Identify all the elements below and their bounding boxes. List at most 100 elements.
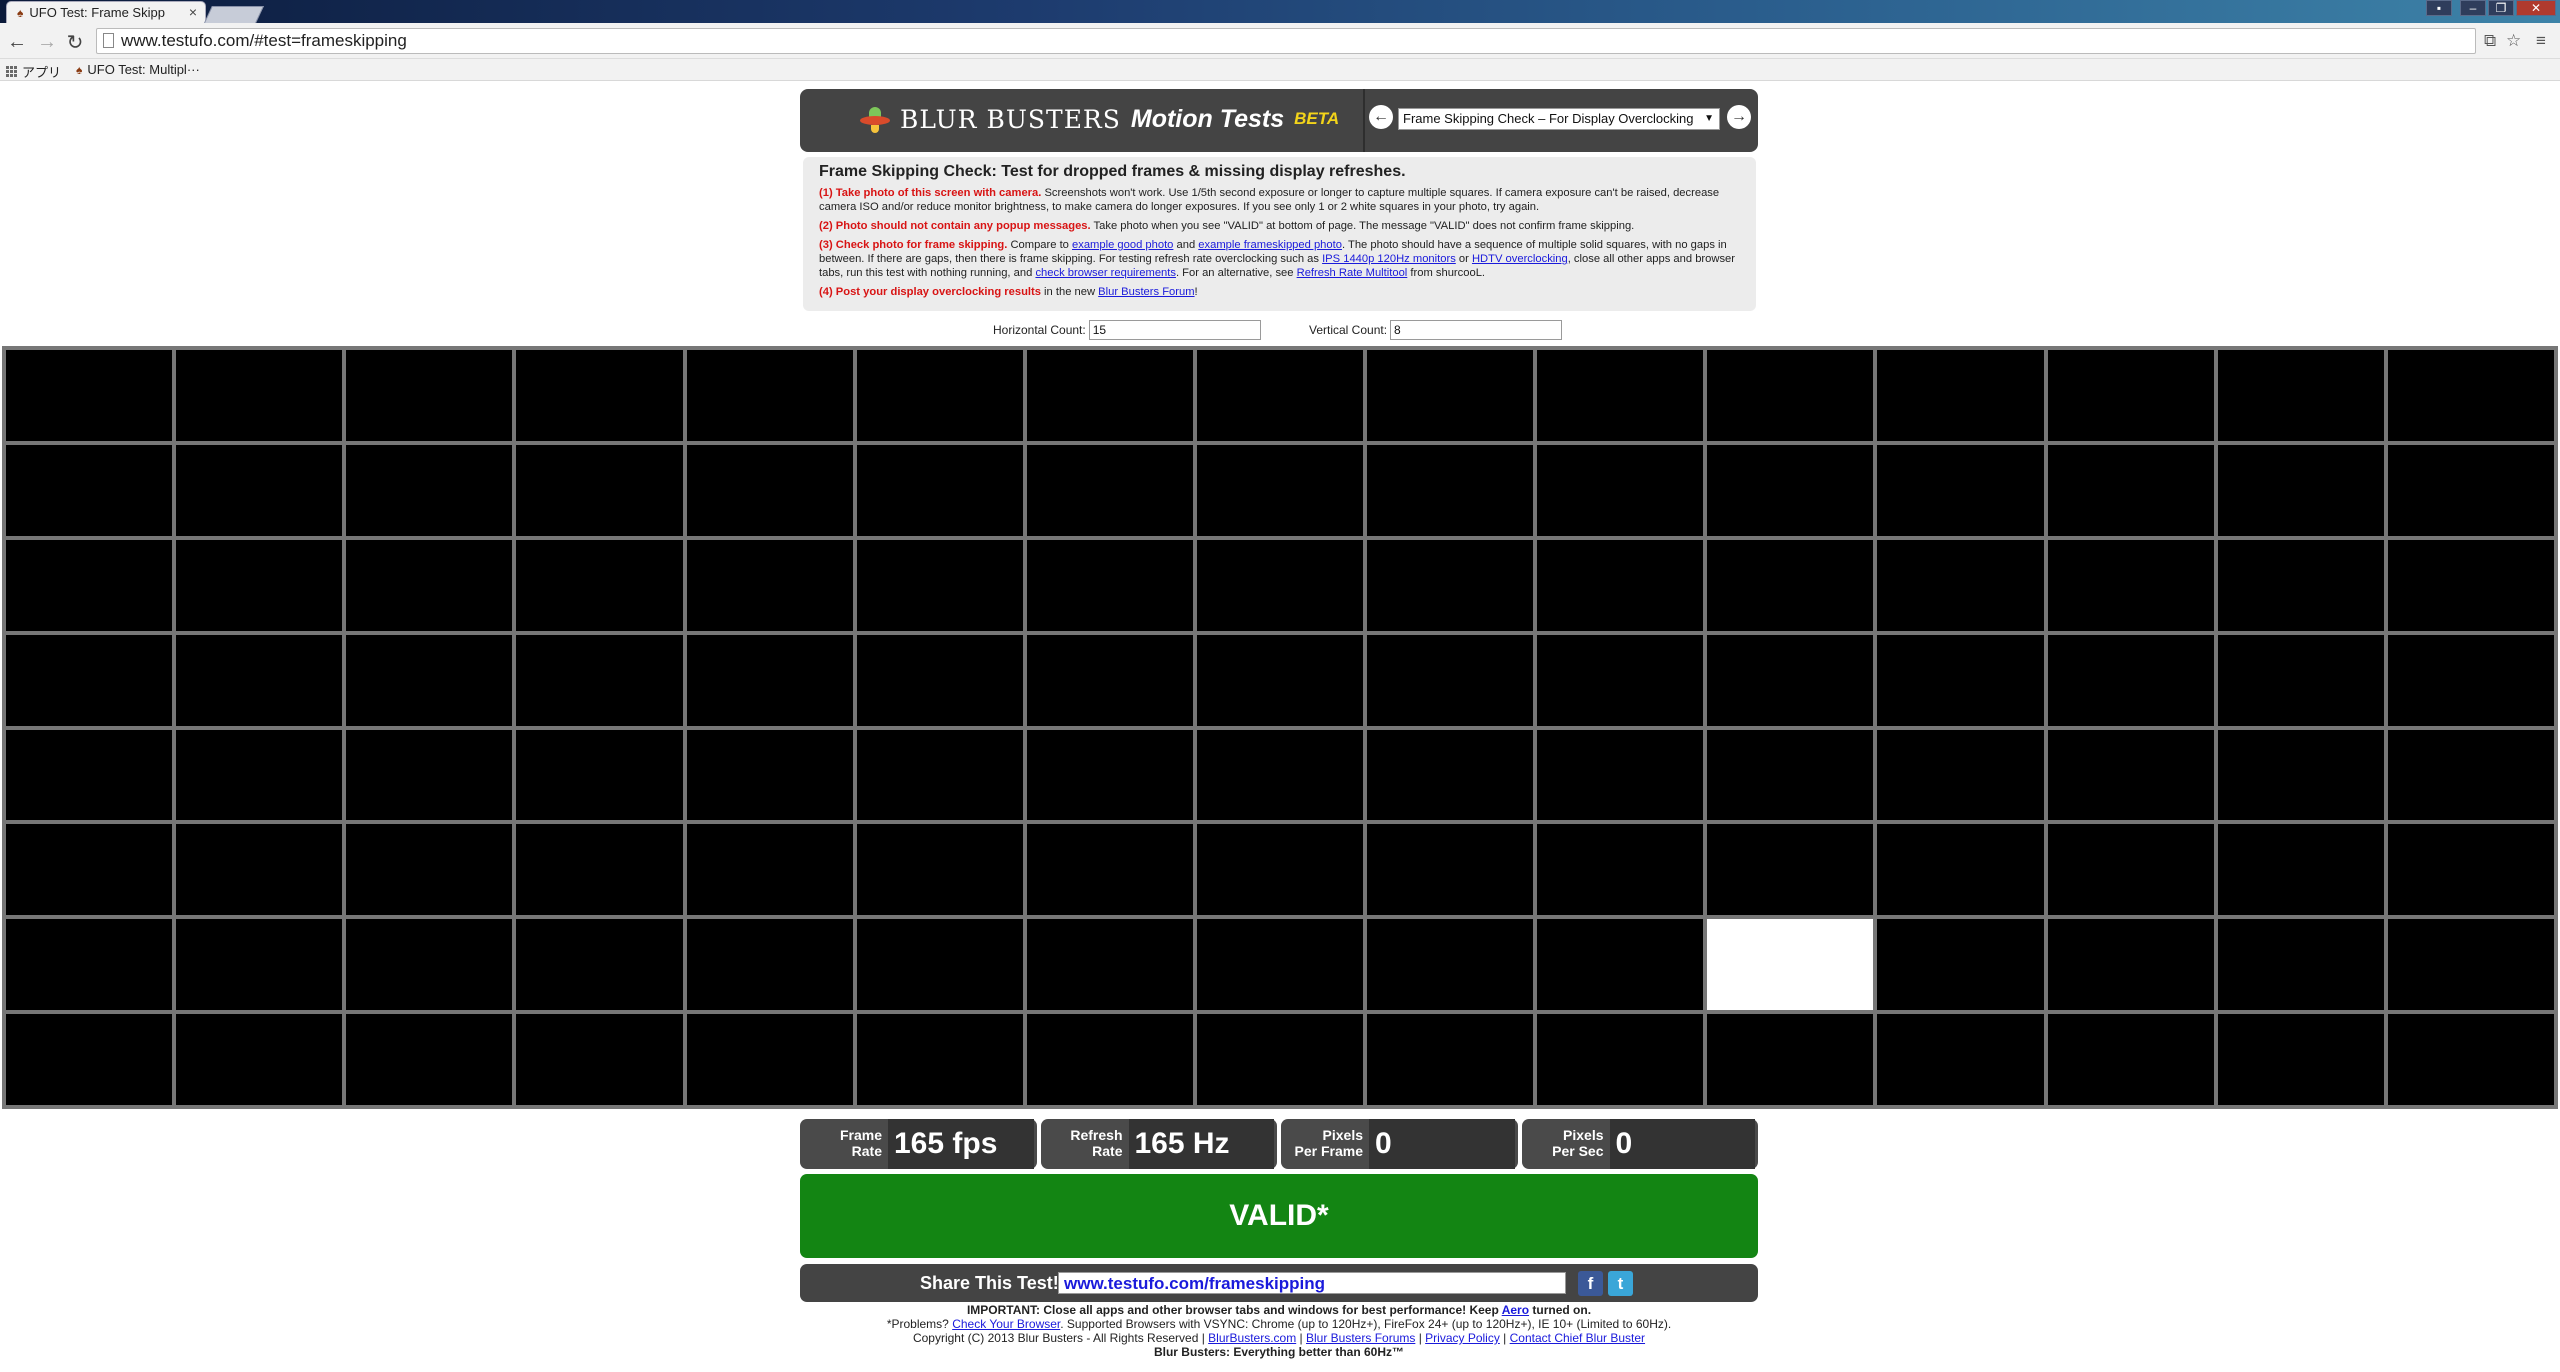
step-3: (3) Check photo for frame skipping. Comp… — [819, 238, 1740, 280]
step-3-heading: (3) Check photo for frame skipping. — [819, 239, 1008, 251]
step-3-text: and — [1173, 239, 1199, 251]
refresh-rate-stat: Refresh Rate 165 Hz — [1040, 1119, 1277, 1169]
instructions-title: Frame Skipping Check: Test for dropped f… — [819, 163, 1406, 180]
previous-test-button[interactable]: ← — [1369, 105, 1393, 129]
grid-cell — [6, 1014, 173, 1105]
address-bar[interactable]: www.testufo.com/#test=frameskipping — [96, 28, 2476, 54]
ips-monitors-link[interactable]: IPS 1440p 120Hz monitors — [1322, 253, 1456, 265]
grid-cell — [1707, 634, 1874, 726]
grid-cell — [1026, 919, 1193, 1011]
address-url: www.testufo.com/#test=frameskipping — [121, 31, 407, 50]
next-test-button[interactable]: → — [1727, 105, 1751, 129]
brand-logo[interactable]: BLUR BUSTERS Motion Tests BETA — [860, 99, 1360, 139]
minimize-button[interactable]: – — [2460, 0, 2486, 16]
grid-cell — [516, 350, 683, 441]
reload-button[interactable]: ↻ — [62, 29, 88, 55]
step-1: (1) Take photo of this screen with camer… — [819, 186, 1740, 214]
example-good-photo-link[interactable]: example good photo — [1072, 239, 1173, 251]
translate-icon[interactable]: ⧉ — [2484, 31, 2496, 51]
grid-cell — [176, 919, 343, 1011]
grid-cell — [1537, 729, 1704, 821]
grid-cell — [176, 729, 343, 821]
grid-cell — [1196, 539, 1364, 631]
example-frameskipped-photo-link[interactable]: example frameskipped photo — [1198, 239, 1342, 251]
check-browser-link[interactable]: Check Your Browser — [952, 1317, 1060, 1331]
valid-status-banner: VALID* — [800, 1174, 1758, 1258]
twitter-icon[interactable]: t — [1608, 1271, 1633, 1296]
grid-cell — [1877, 729, 2044, 821]
grid-cell — [6, 824, 173, 916]
forward-button[interactable]: → — [34, 29, 60, 55]
contact-link[interactable]: Contact Chief Blur Buster — [1510, 1331, 1645, 1345]
bookmark-apps[interactable]: アプリ — [6, 62, 61, 81]
new-tab-button[interactable] — [204, 6, 264, 23]
grid-cell — [6, 539, 173, 631]
forums-link[interactable]: Blur Busters Forums — [1306, 1331, 1415, 1345]
grid-cell — [686, 1014, 853, 1105]
bookmark-star-icon[interactable]: ☆ — [2506, 31, 2521, 51]
tab-close-button[interactable]: × — [189, 4, 197, 20]
grid-cell — [516, 729, 683, 821]
hdtv-overclocking-link[interactable]: HDTV overclocking — [1472, 253, 1568, 265]
grid-cell — [1196, 919, 1364, 1011]
aero-link[interactable]: Aero — [1502, 1303, 1529, 1317]
instructions-box: Frame Skipping Check: Test for dropped f… — [803, 157, 1756, 311]
vertical-count-input[interactable] — [1390, 320, 1563, 340]
vertical-count-label: Vertical Count: — [1309, 323, 1388, 337]
refresh-rate-multitool-link[interactable]: Refresh Rate Multitool — [1297, 267, 1408, 279]
vertical-count-group: Vertical Count: — [1309, 320, 1563, 340]
important-note: IMPORTANT: Close all apps and other brow… — [966, 1303, 1592, 1317]
share-url-field[interactable]: www.testufo.com/frameskipping — [1058, 1272, 1566, 1294]
grid-cell — [2387, 729, 2554, 821]
horizontal-count-input[interactable] — [1088, 320, 1261, 340]
grid-cell — [516, 1014, 683, 1105]
step-4-heading: (4) Post your display overclocking resul… — [819, 286, 1041, 298]
forum-link[interactable]: Blur Busters Forum — [1098, 286, 1194, 298]
refresh-rate-label: Refresh Rate — [1070, 1127, 1123, 1159]
grid-cell — [1707, 350, 1874, 441]
test-selector-value: Frame Skipping Check – For Display Overc… — [1403, 111, 1694, 126]
grid-cell — [2047, 350, 2214, 441]
grid-cell — [2047, 919, 2214, 1011]
grid-cell — [1707, 824, 1874, 916]
grid-cell — [686, 824, 853, 916]
pixels-per-sec-label: Pixels Per Sec — [1552, 1127, 1604, 1159]
browser-requirements-link[interactable]: check browser requirements — [1035, 267, 1176, 279]
grid-cell — [686, 539, 853, 631]
profile-icon[interactable]: ▪ — [2426, 0, 2452, 16]
grid-cell — [2387, 919, 2554, 1011]
grid-cell — [346, 919, 513, 1011]
grid-cell — [6, 729, 173, 821]
pixels-per-sec-value: 0 — [1609, 1119, 1755, 1169]
grid-cell — [1707, 444, 1874, 536]
step-3-text: Compare to — [1007, 239, 1073, 251]
ufo-logo-icon — [860, 105, 890, 133]
step-4: (4) Post your display overclocking resul… — [819, 285, 1740, 299]
bookmark-ufo-test[interactable]: ♠ UFO Test: Multipl··· — [76, 62, 200, 77]
grid-cell — [1367, 634, 1534, 726]
grid-cell — [346, 539, 513, 631]
privacy-policy-link[interactable]: Privacy Policy — [1425, 1331, 1500, 1345]
grid-cell — [1196, 1014, 1364, 1105]
grid-cell — [1026, 1014, 1193, 1105]
frame-rate-stat: Frame Rate 165 fps — [800, 1119, 1037, 1169]
close-window-button[interactable]: ✕ — [2516, 0, 2556, 16]
grid-cell — [686, 919, 853, 1011]
grid-cell — [2387, 824, 2554, 916]
grid-cell — [346, 729, 513, 821]
grid-cell — [1537, 1014, 1704, 1105]
test-selector[interactable]: Frame Skipping Check – For Display Overc… — [1398, 108, 1720, 130]
grid-cell — [856, 919, 1023, 1011]
grid-cell — [176, 539, 343, 631]
back-button[interactable]: ← — [4, 29, 30, 55]
step-4-text: ! — [1194, 286, 1198, 298]
brand-name: BLUR BUSTERS — [900, 104, 1121, 134]
menu-icon[interactable]: ≡ — [2536, 31, 2546, 51]
browser-tab[interactable]: ♠ UFO Test: Frame Skipp × — [6, 1, 206, 23]
grid-cell — [1026, 634, 1193, 726]
grid-cell — [2047, 1014, 2214, 1105]
restore-button[interactable]: ❐ — [2488, 0, 2514, 16]
facebook-icon[interactable]: f — [1578, 1271, 1603, 1296]
blurbusters-link[interactable]: BlurBusters.com — [1208, 1331, 1296, 1345]
bookmarks-bar: アプリ ♠ UFO Test: Multipl··· — [0, 59, 2560, 81]
